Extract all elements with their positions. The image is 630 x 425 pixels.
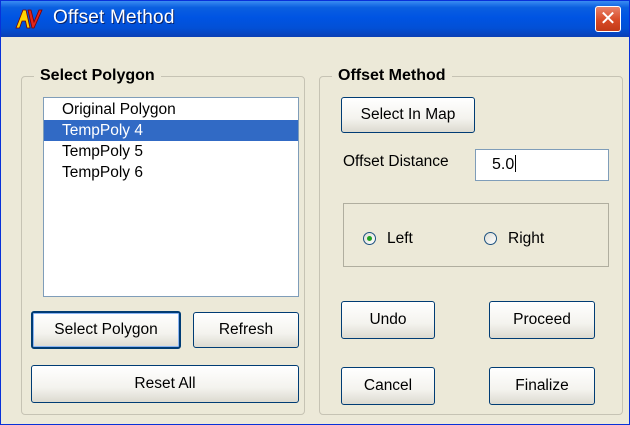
- polygon-listbox[interactable]: Original Polygon TempPoly 4 TempPoly 5 T…: [43, 97, 299, 297]
- undo-button[interactable]: Undo: [341, 301, 435, 339]
- select-in-map-button[interactable]: Select In Map: [341, 97, 475, 133]
- close-icon: ✕: [599, 6, 617, 30]
- proceed-button[interactable]: Proceed: [489, 301, 595, 339]
- right-radio[interactable]: [484, 232, 497, 245]
- left-radio[interactable]: [363, 232, 376, 245]
- select-polygon-button[interactable]: Select Polygon: [31, 311, 181, 349]
- list-item[interactable]: Original Polygon: [44, 99, 298, 120]
- list-item[interactable]: TempPoly 5: [44, 141, 298, 162]
- offset-method-legend: Offset Method: [338, 67, 446, 84]
- select-polygon-legend: Select Polygon: [40, 67, 155, 84]
- av-logo-icon: [15, 9, 43, 29]
- cancel-button[interactable]: Cancel: [341, 367, 435, 405]
- radio-selected-dot: [367, 236, 372, 241]
- right-radio-label[interactable]: Right: [508, 230, 544, 248]
- finalize-button[interactable]: Finalize: [489, 367, 595, 405]
- list-item[interactable]: TempPoly 4: [44, 120, 298, 141]
- window-title: Offset Method: [53, 7, 175, 28]
- reset-all-button[interactable]: Reset All: [31, 365, 299, 403]
- list-item[interactable]: TempPoly 6: [44, 162, 298, 183]
- close-button[interactable]: ✕: [595, 6, 621, 32]
- offset-distance-value: 5.0: [492, 156, 515, 173]
- left-radio-label[interactable]: Left: [387, 230, 413, 248]
- offset-distance-label: Offset Distance: [343, 153, 449, 170]
- text-caret: [515, 155, 517, 172]
- side-radio-panel: [343, 203, 609, 267]
- title-bar[interactable]: Offset Method ✕: [1, 1, 629, 37]
- offset-distance-input[interactable]: 5.0: [475, 149, 609, 181]
- offset-method-dialog: Offset Method ✕ Select Polygon Original …: [0, 0, 630, 425]
- refresh-button[interactable]: Refresh: [193, 312, 299, 348]
